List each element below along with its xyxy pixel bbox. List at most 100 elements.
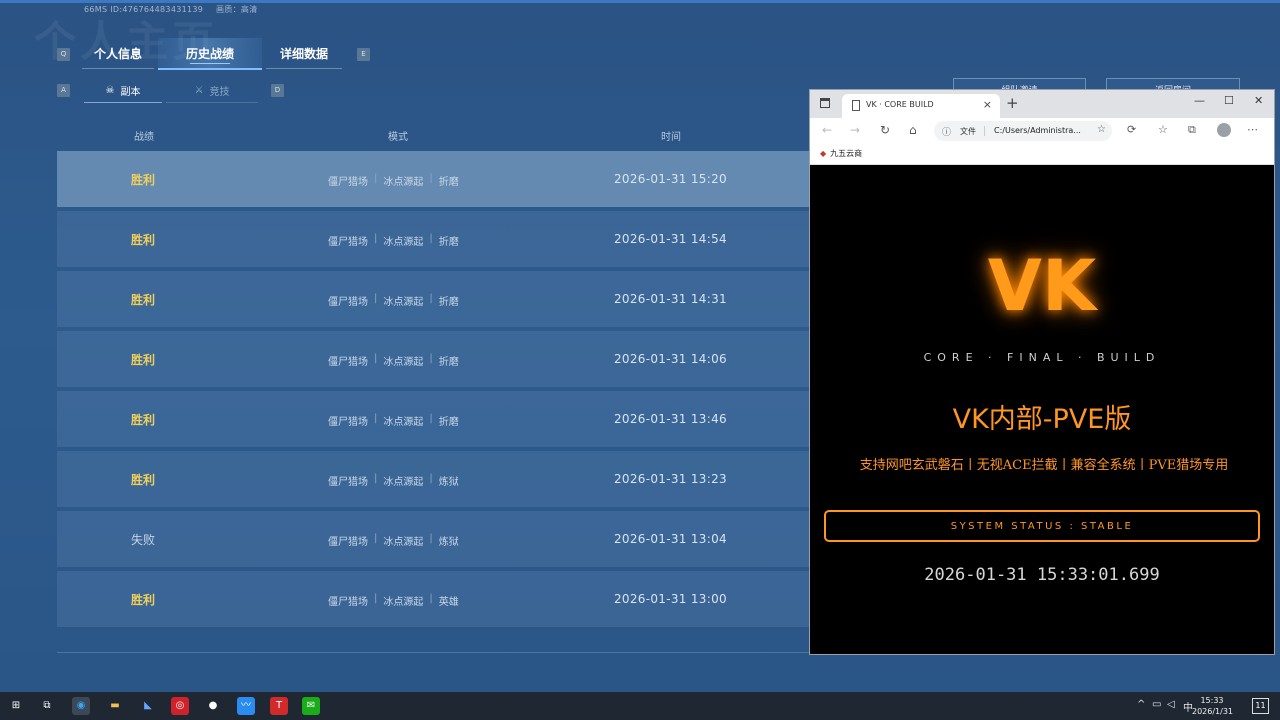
column-header-result: 战绩	[134, 132, 154, 143]
taskbar-date: 2026/1/31	[1192, 707, 1234, 716]
tab-actions-icon[interactable]	[820, 98, 830, 108]
row-time: 2026-01-31 13:23	[614, 472, 727, 486]
subtab-competitive[interactable]: ⚔ 竞技	[166, 78, 258, 103]
info-icon[interactable]: ⓘ	[942, 125, 951, 138]
volume-icon[interactable]: ◁	[1167, 699, 1175, 710]
system-status-box: SYSTEM STATUS : STABLE	[824, 510, 1260, 542]
row-mode: 僵尸猎场 | 冰点源起 | 炼狱	[328, 533, 459, 548]
table-row[interactable]: 胜利 僵尸猎场 | 冰点源起 | 英雄 2026-01-31 13:00	[57, 571, 809, 627]
row-result: 胜利	[131, 353, 156, 367]
collections-icon[interactable]: ⧉	[1188, 123, 1196, 137]
home-icon[interactable]: ⌂	[909, 123, 917, 137]
subtab-dungeon-label: 副本	[120, 86, 141, 98]
row-mode: 僵尸猎场 | 冰点源起 | 折磨	[328, 413, 459, 428]
file-scheme-label: 文件	[960, 127, 976, 136]
row-result: 胜利	[131, 413, 156, 427]
bookmark-icon: ◆	[820, 149, 827, 158]
skull-icon: ☠	[105, 84, 115, 96]
edge-icon[interactable]: ◉	[72, 697, 90, 715]
favorites-icon[interactable]: ☆	[1158, 123, 1168, 136]
table-row[interactable]: 胜利 僵尸猎场 | 冰点源起 | 折磨 2026-01-31 15:20	[57, 151, 809, 207]
address-url[interactable]: C:/Users/Administra...	[994, 126, 1081, 135]
forward-arrow-icon[interactable]: →	[850, 123, 860, 137]
extensions-icon[interactable]: ⟳	[1127, 123, 1136, 136]
row-time: 2026-01-31 13:00	[614, 592, 727, 606]
player-id-text: 66MS ID:476764483431139	[84, 5, 204, 14]
chart-app-icon[interactable]: 〰	[237, 697, 255, 715]
minimize-button[interactable]: —	[1194, 94, 1205, 107]
favorites-bar: ◆ 九五云商	[810, 144, 1274, 165]
browser-window: VK · CORE BUILD × + — ☐ ✕ ← → ↻ ⌂ ⓘ 文件 C…	[809, 89, 1275, 655]
profile-avatar[interactable]	[1217, 123, 1231, 137]
browser-tab-bar: VK · CORE BUILD × + — ☐ ✕	[810, 90, 1274, 118]
browser-tab-title: VK · CORE BUILD	[866, 100, 934, 109]
table-row[interactable]: 胜利 僵尸猎场 | 冰点源起 | 折磨 2026-01-31 14:06	[57, 331, 809, 387]
table-bottom-divider	[57, 652, 809, 653]
row-time: 2026-01-31 14:31	[614, 292, 727, 306]
row-result: 胜利	[131, 593, 156, 607]
table-row[interactable]: 胜利 僵尸猎场 | 冰点源起 | 炼狱 2026-01-31 13:23	[57, 451, 809, 507]
top-accent-strip	[0, 0, 1280, 3]
row-time: 2026-01-31 15:20	[614, 172, 727, 186]
favorite-item[interactable]: ◆ 九五云商	[820, 148, 862, 159]
table-row[interactable]: 胜利 僵尸猎场 | 冰点源起 | 折磨 2026-01-31 14:54	[57, 211, 809, 267]
row-mode: 僵尸猎场 | 冰点源起 | 折磨	[328, 293, 459, 308]
notification-icon[interactable]: 11	[1252, 698, 1269, 714]
feature-line: 支持网吧玄武磐石丨无视ACE拦截丨兼容全系统丨PVE猎场专用	[859, 458, 1229, 473]
address-separator	[984, 126, 985, 136]
row-result: 胜利	[131, 233, 156, 247]
column-header-time: 时间	[661, 132, 681, 143]
start-icon[interactable]: ⊞	[7, 697, 25, 715]
row-time: 2026-01-31 14:06	[614, 352, 727, 366]
taskbar: ⊞ ⧉ ◉ ▬ ◣ ◎ ● 〰 T ✉ ^ ▭ ◁ 中 15:33 2026/1…	[0, 692, 1280, 720]
table-row[interactable]: 失败 僵尸猎场 | 冰点源起 | 炼狱 2026-01-31 13:04	[57, 511, 809, 567]
new-tab-button[interactable]: +	[1006, 94, 1019, 112]
table-row[interactable]: 胜利 僵尸猎场 | 冰点源起 | 折磨 2026-01-31 14:31	[57, 271, 809, 327]
row-result: 胜利	[131, 173, 156, 187]
netease-music-icon[interactable]: ◎	[171, 697, 189, 715]
game-app-icon[interactable]: T	[270, 697, 288, 715]
row-result: 胜利	[131, 473, 156, 487]
refresh-icon[interactable]: ↻	[880, 123, 890, 137]
task-view-icon[interactable]: ⧉	[38, 697, 56, 715]
row-time: 2026-01-31 13:46	[614, 412, 727, 426]
close-window-button[interactable]: ✕	[1254, 94, 1263, 107]
taskbar-clock[interactable]: 15:33 2026/1/31	[1192, 695, 1234, 717]
favorite-star-icon[interactable]: ☆	[1097, 124, 1106, 135]
crossed-swords-icon: ⚔	[194, 84, 204, 96]
row-time: 2026-01-31 13:04	[614, 532, 727, 546]
row-time: 2026-01-31 14:54	[614, 232, 727, 246]
player-info-line: 66MS ID:476764483431139 画质：高清	[84, 4, 258, 15]
row-mode: 僵尸猎场 | 冰点源起 | 折磨	[328, 173, 459, 188]
key-hint-e: E	[357, 48, 370, 61]
qq-icon[interactable]: ●	[204, 697, 222, 715]
file-explorer-icon[interactable]: ▬	[106, 697, 124, 715]
subtab-competitive-label: 竞技	[209, 86, 230, 98]
tab-personal-info[interactable]: 个人信息	[82, 38, 154, 69]
tab-match-history[interactable]: 历史战绩	[158, 38, 262, 70]
wechat-icon[interactable]: ✉	[302, 697, 320, 715]
key-hint-q: Q	[57, 48, 70, 61]
row-mode: 僵尸猎场 | 冰点源起 | 折磨	[328, 353, 459, 368]
tray-expand-icon[interactable]: ^	[1137, 699, 1145, 710]
address-bar[interactable]: ⓘ 文件 C:/Users/Administra... ☆	[934, 121, 1112, 141]
more-menu-icon[interactable]: ⋯	[1247, 123, 1258, 136]
page-content: VK CORE · FINAL · BUILD VK内部-PVE版 支持网吧玄武…	[810, 165, 1274, 654]
column-header-mode: 模式	[388, 132, 408, 143]
row-mode: 僵尸猎场 | 冰点源起 | 英雄	[328, 593, 459, 608]
page-subtitle: CORE · FINAL · BUILD	[923, 351, 1161, 364]
tab-detailed-data[interactable]: 详细数据	[266, 38, 342, 69]
row-result: 失败	[131, 533, 156, 547]
row-result: 胜利	[131, 293, 156, 307]
table-row[interactable]: 胜利 僵尸猎场 | 冰点源起 | 折磨 2026-01-31 13:46	[57, 391, 809, 447]
subtab-dungeon[interactable]: ☠ 副本	[84, 78, 162, 103]
product-title: VK内部-PVE版	[952, 404, 1132, 435]
browser-toolbar: ← → ↻ ⌂ ⓘ 文件 C:/Users/Administra... ☆ ⟳ …	[810, 118, 1274, 144]
network-icon[interactable]: ▭	[1152, 699, 1161, 710]
app-icon[interactable]: ◣	[139, 697, 157, 715]
key-hint-d: D	[271, 84, 284, 97]
close-tab-icon[interactable]: ×	[983, 98, 992, 111]
back-arrow-icon[interactable]: ←	[822, 123, 832, 137]
maximize-button[interactable]: ☐	[1224, 94, 1234, 107]
browser-tab[interactable]: VK · CORE BUILD ×	[842, 94, 1000, 118]
